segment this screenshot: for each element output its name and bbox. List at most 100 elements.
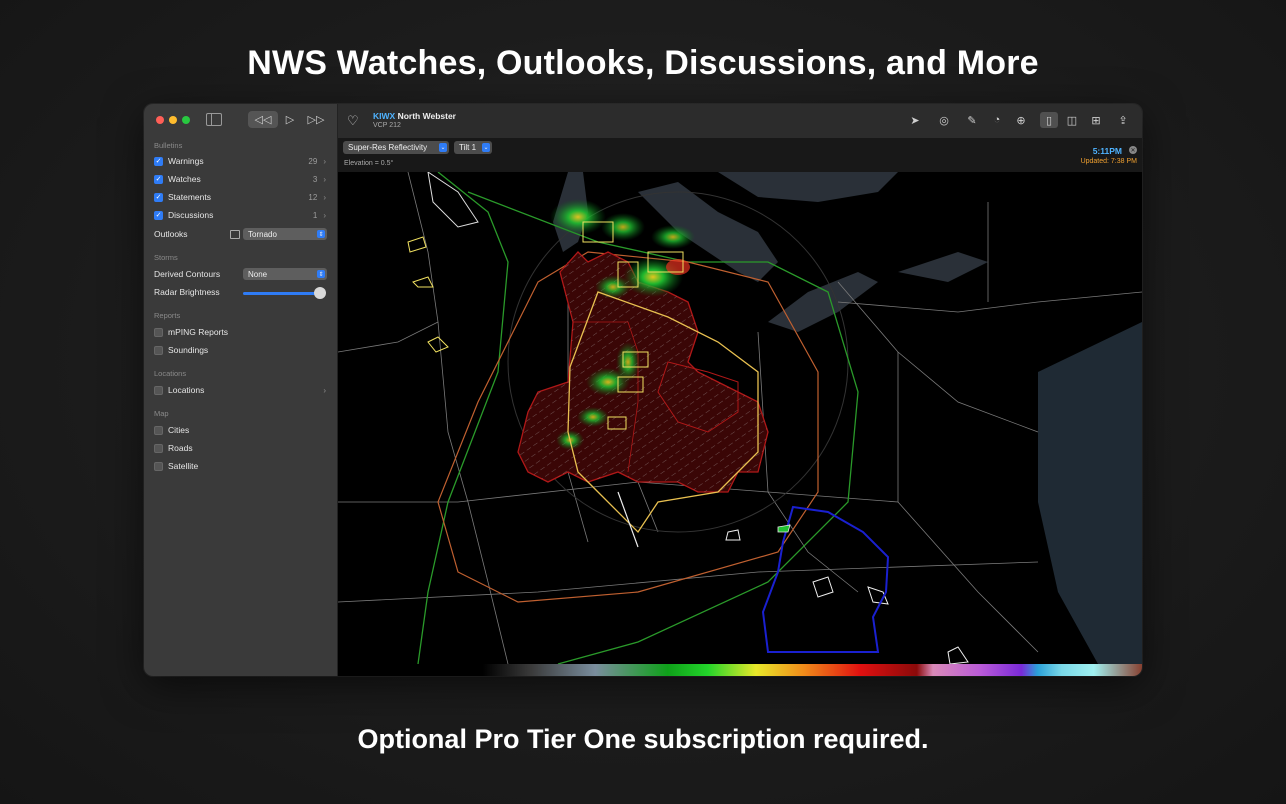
checkbox-unchecked-icon[interactable] [154, 443, 163, 453]
station-name: North Webster [397, 111, 456, 121]
product-select[interactable]: Super-Res Reflectivity ⌄ [343, 141, 449, 154]
bulletins-header: Bulletins [154, 141, 183, 150]
satellite-row[interactable]: Satellite [154, 459, 326, 473]
share-icon[interactable]: ⇪ [1114, 112, 1132, 128]
tilt-value: Tilt 1 [459, 143, 477, 152]
bulletin-watches[interactable]: ✓ Watches 3 › [154, 172, 326, 186]
scan-time[interactable]: 5:11PM [1093, 146, 1122, 156]
outlooks-label: Outlooks [154, 229, 188, 239]
locations-label: Locations [168, 385, 205, 395]
play-icon[interactable]: ▷ [282, 111, 298, 128]
bulletin-label: Warnings [168, 156, 204, 166]
reflectivity-color-legend [338, 664, 1142, 676]
bulletin-statements[interactable]: ✓ Statements 12 › [154, 190, 326, 204]
chevron-right-icon: › [323, 156, 326, 166]
sidebar-toggle-icon[interactable] [206, 113, 222, 126]
bulletin-label: Statements [168, 192, 211, 202]
single-pane-icon[interactable]: ▯ [1040, 112, 1058, 128]
roads-label: Roads [168, 443, 193, 453]
chevron-down-icon: ⌄ [439, 143, 447, 152]
radar-map[interactable] [338, 172, 1142, 664]
satellite-label: Satellite [168, 461, 199, 471]
lake-superior [718, 172, 898, 202]
checkbox-checked-icon[interactable]: ✓ [154, 156, 163, 166]
split-pane-icon[interactable]: ◫ [1063, 112, 1081, 128]
chevron-right-icon: › [323, 210, 326, 220]
checkbox-checked-icon[interactable]: ✓ [154, 174, 163, 184]
crosshair-icon[interactable]: ⊕ [1012, 112, 1030, 128]
station-id: KIWX [373, 111, 396, 121]
map-header-bar: Super-Res Reflectivity ⌄ Tilt 1 ⌄ Elevat… [338, 138, 1142, 172]
checkbox-unchecked-icon[interactable] [154, 345, 163, 355]
chevron-updown-icon: ⇕ [317, 230, 325, 238]
main-toolbar: ♡ KIWX North Webster VCP 212 ➤ ◎ ✎ ◔ ⊕ ▯… [338, 104, 1142, 139]
storms-header: Storms [154, 253, 178, 262]
checkbox-checked-icon[interactable]: ✓ [154, 210, 163, 220]
headline: NWS Watches, Outlooks, Discussions, and … [247, 44, 1039, 82]
map-header: Map [154, 409, 169, 418]
derived-contours-select[interactable]: None ⇕ [243, 268, 327, 280]
checkbox-unchecked-icon[interactable] [154, 425, 163, 435]
outlooks-select-value: Tornado [248, 229, 277, 239]
locations-row[interactable]: Locations › [154, 383, 326, 397]
elevation-label: Elevation = 0.5° [344, 160, 394, 167]
chevron-right-icon: › [323, 385, 326, 395]
roads-row[interactable]: Roads [154, 441, 326, 455]
footline: Optional Pro Tier One subscription requi… [357, 724, 929, 754]
timer-icon[interactable]: ◔ [988, 112, 1006, 128]
product-value: Super-Res Reflectivity [348, 143, 428, 152]
checkbox-unchecked-icon[interactable] [154, 461, 163, 471]
checkbox-unchecked-icon[interactable] [154, 385, 163, 395]
chevron-right-icon: › [323, 174, 326, 184]
soundings-label: Soundings [168, 345, 209, 355]
radar-target-icon[interactable]: ◎ [935, 112, 953, 128]
cities-row[interactable]: Cities [154, 423, 326, 437]
checkbox-unchecked-icon[interactable] [154, 327, 163, 337]
zoom-window-button[interactable] [182, 116, 190, 124]
bulletin-warnings[interactable]: ✓ Warnings 29 › [154, 154, 326, 168]
chevron-down-icon: ⌄ [482, 143, 490, 152]
location-arrow-icon[interactable]: ➤ [906, 112, 924, 128]
radar-brightness-label: Radar Brightness [154, 287, 220, 297]
vcp-label: VCP 212 [373, 122, 401, 129]
outlooks-select[interactable]: Tornado ⇕ [243, 228, 327, 240]
chevron-right-icon: › [323, 192, 326, 202]
derived-contours-value: None [248, 269, 268, 279]
reports-header: Reports [154, 311, 181, 320]
heart-icon[interactable]: ♡ [347, 113, 359, 129]
bulletin-discussions[interactable]: ✓ Discussions 1 › [154, 208, 326, 222]
radar-brightness-slider[interactable] [243, 292, 323, 295]
quad-pane-icon[interactable]: ⊞ [1087, 112, 1105, 128]
pencil-icon[interactable]: ✎ [963, 112, 981, 128]
bulletin-label: Discussions [168, 210, 214, 220]
close-window-button[interactable] [156, 116, 164, 124]
sidebar: ◁◁ ▷ ▷▷ Bulletins ✓ Warnings 29 › ✓ Watc… [144, 104, 338, 676]
soundings-row[interactable]: Soundings [154, 343, 326, 357]
app-window: ◁◁ ▷ ▷▷ Bulletins ✓ Warnings 29 › ✓ Watc… [144, 104, 1142, 676]
cities-label: Cities [168, 425, 190, 435]
slider-knob[interactable] [314, 287, 326, 299]
mping-label: mPING Reports [168, 327, 228, 337]
radar-map-svg [338, 172, 1142, 664]
minimize-window-button[interactable] [169, 116, 177, 124]
small-green-box [777, 524, 791, 533]
rewind-icon[interactable]: ◁◁ [248, 111, 278, 128]
locations-header: Locations [154, 369, 187, 378]
tilt-select[interactable]: Tilt 1 ⌄ [454, 141, 492, 154]
station-title[interactable]: KIWX North Webster [373, 111, 456, 121]
bulletin-count: 12 [308, 192, 318, 202]
lake-erie [768, 272, 878, 332]
chevron-updown-icon: ⇕ [317, 270, 325, 278]
atlantic-ocean [1038, 322, 1142, 664]
watch-line [617, 491, 639, 548]
calendar-icon[interactable] [230, 230, 240, 239]
clear-time-icon[interactable]: ✕ [1129, 146, 1137, 154]
fast-forward-icon[interactable]: ▷▷ [305, 111, 327, 128]
updated-label: Updated: 7:38 PM [1080, 158, 1137, 165]
bulletin-count: 29 [308, 156, 318, 166]
lake-ontario [898, 252, 988, 282]
bulletin-label: Watches [168, 174, 201, 184]
derived-contours-label: Derived Contours [154, 269, 221, 279]
checkbox-checked-icon[interactable]: ✓ [154, 192, 163, 202]
mping-reports-row[interactable]: mPING Reports [154, 325, 326, 339]
